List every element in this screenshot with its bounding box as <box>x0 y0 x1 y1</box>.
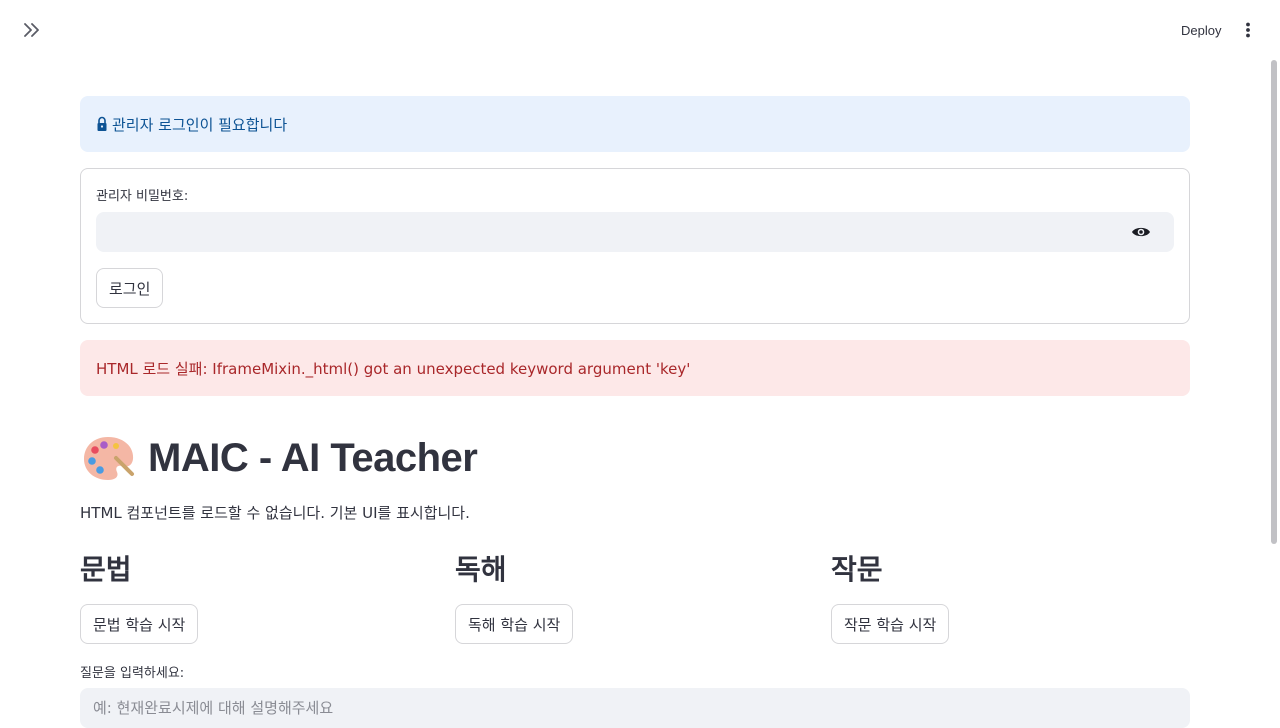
vertical-dots-icon <box>1246 22 1250 38</box>
password-field-wrapper <box>96 212 1174 252</box>
login-form: 관리자 비밀번호: 로그인 <box>80 168 1190 324</box>
main-menu-button[interactable] <box>1236 18 1260 42</box>
question-input[interactable] <box>80 688 1186 728</box>
top-toolbar: Deploy <box>0 0 1280 60</box>
page-scrollbar[interactable] <box>1271 60 1277 544</box>
error-alert: HTML 로드 실패: IframeMixin._html() got an u… <box>80 340 1190 396</box>
password-label: 관리자 비밀번호: <box>96 189 189 204</box>
start-writing-button[interactable]: 작문 학습 시작 <box>831 604 950 644</box>
info-message: 관리자 로그인이 필요합니다 <box>112 115 288 134</box>
password-input[interactable] <box>96 212 1120 252</box>
section-grammar: 문법 문법 학습 시작 <box>80 552 440 644</box>
deploy-button[interactable]: Deploy <box>1172 16 1230 44</box>
error-message: HTML 로드 실패: IframeMixin._html() got an u… <box>96 359 691 378</box>
section-reading: 독해 독해 학습 시작 <box>455 552 815 644</box>
section-heading-reading: 독해 <box>455 553 507 586</box>
expand-sidebar-button[interactable] <box>20 18 44 42</box>
section-heading-grammar: 문법 <box>80 553 132 586</box>
question-label: 질문을 입력하세요: <box>80 666 185 681</box>
info-alert: 관리자 로그인이 필요합니다 <box>80 96 1190 152</box>
palette-icon <box>84 437 134 480</box>
section-heading-writing: 작문 <box>831 553 883 586</box>
lock-icon <box>96 116 108 132</box>
start-grammar-button[interactable]: 문법 학습 시작 <box>80 604 199 644</box>
section-writing: 작문 작문 학습 시작 <box>831 552 1191 644</box>
eye-icon[interactable] <box>1130 222 1152 242</box>
page-subtitle: HTML 컴포넌트를 로드할 수 없습니다. 기본 UI를 표시합니다. <box>80 504 470 522</box>
question-field-wrapper <box>80 688 1190 728</box>
page-header: MAIC - AI Teacher <box>80 428 478 488</box>
page-title: MAIC - AI Teacher <box>148 435 478 480</box>
double-chevron-right-icon <box>24 23 39 37</box>
start-reading-button[interactable]: 독해 학습 시작 <box>455 604 574 644</box>
login-button[interactable]: 로그인 <box>96 268 164 308</box>
